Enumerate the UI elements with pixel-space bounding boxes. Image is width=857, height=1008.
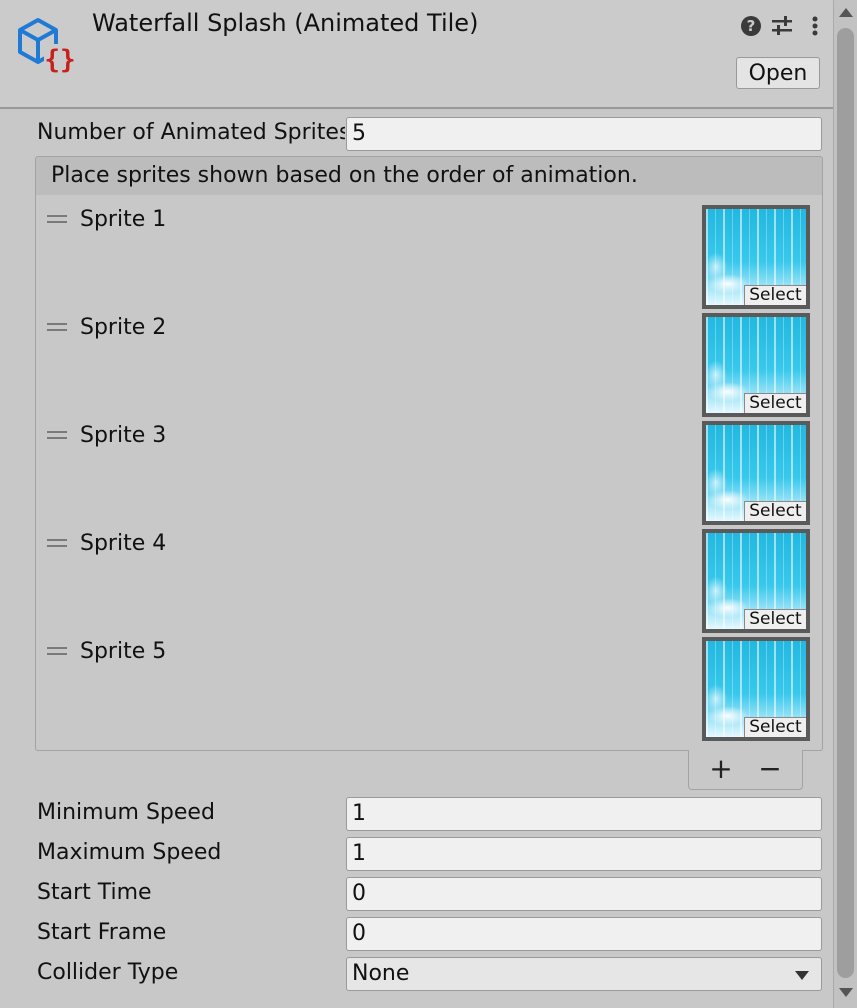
num-sprites-input[interactable]: 5 (346, 117, 822, 151)
num-sprites-label: Number of Animated Sprites (37, 120, 345, 145)
select-button[interactable]: Select (744, 285, 806, 305)
list-item: Sprite 5 Select (36, 627, 822, 741)
collider-type-dropdown[interactable]: None (346, 957, 822, 991)
sprite-label: Sprite 2 (80, 315, 167, 340)
preset-sliders-icon[interactable] (770, 14, 794, 38)
min-speed-input[interactable]: 1 (346, 797, 822, 831)
asset-title: Waterfall Splash (Animated Tile) (92, 9, 479, 37)
max-speed-input[interactable]: 1 (346, 837, 822, 871)
start-frame-input[interactable]: 0 (346, 917, 822, 951)
min-speed-label: Minimum Speed (37, 800, 215, 825)
select-button[interactable]: Select (744, 393, 806, 413)
svg-text:{}: {} (44, 45, 75, 74)
scriptable-object-icon: {} (16, 16, 78, 75)
inspector-panel: {} Waterfall Splash (Animated Tile) ? Op… (0, 0, 833, 1008)
drag-handle-icon[interactable] (47, 323, 67, 331)
start-time-input[interactable]: 0 (346, 877, 822, 911)
select-button[interactable]: Select (744, 501, 806, 521)
help-icon[interactable]: ? (739, 14, 763, 38)
sprite-list: Sprite 1 Select Sprite 2 Select Sprite 3… (35, 195, 823, 751)
inspector-header: {} Waterfall Splash (Animated Tile) ? Op… (0, 0, 833, 109)
list-item: Sprite 4 Select (36, 519, 822, 633)
svg-text:?: ? (747, 17, 756, 35)
list-footer: + − (688, 750, 803, 790)
list-item: Sprite 1 Select (36, 195, 822, 309)
chevron-down-icon (795, 971, 809, 980)
sprite-list-header: Place sprites shown based on the order o… (35, 156, 823, 196)
sprite-label: Sprite 5 (80, 639, 167, 664)
select-button[interactable]: Select (744, 609, 806, 629)
sprite-thumbnail[interactable]: Select (702, 421, 810, 525)
collider-type-value: None (352, 961, 410, 986)
open-button[interactable]: Open (736, 57, 820, 89)
drag-handle-icon[interactable] (47, 215, 67, 223)
scroll-up-icon[interactable] (839, 8, 853, 17)
scroll-down-icon[interactable] (839, 988, 853, 997)
sprite-label: Sprite 4 (80, 531, 167, 556)
list-item: Sprite 2 Select (36, 303, 822, 417)
sprite-thumbnail[interactable]: Select (702, 529, 810, 633)
kebab-menu-icon[interactable] (803, 14, 827, 38)
add-item-button[interactable]: + (701, 754, 741, 784)
drag-handle-icon[interactable] (47, 647, 67, 655)
max-speed-label: Maximum Speed (37, 840, 222, 865)
scrollbar-thumb[interactable] (837, 28, 854, 978)
start-frame-label: Start Frame (37, 920, 167, 945)
sprite-label: Sprite 1 (80, 207, 167, 232)
sprite-label: Sprite 3 (80, 423, 167, 448)
vertical-scrollbar[interactable] (833, 0, 857, 1008)
drag-handle-icon[interactable] (47, 431, 67, 439)
list-item: Sprite 3 Select (36, 411, 822, 525)
start-time-label: Start Time (37, 880, 152, 905)
remove-item-button[interactable]: − (750, 754, 790, 784)
sprite-thumbnail[interactable]: Select (702, 313, 810, 417)
drag-handle-icon[interactable] (47, 539, 67, 547)
collider-type-label: Collider Type (37, 960, 179, 985)
sprite-thumbnail[interactable]: Select (702, 637, 810, 741)
select-button[interactable]: Select (744, 717, 806, 737)
sprite-thumbnail[interactable]: Select (702, 205, 810, 309)
